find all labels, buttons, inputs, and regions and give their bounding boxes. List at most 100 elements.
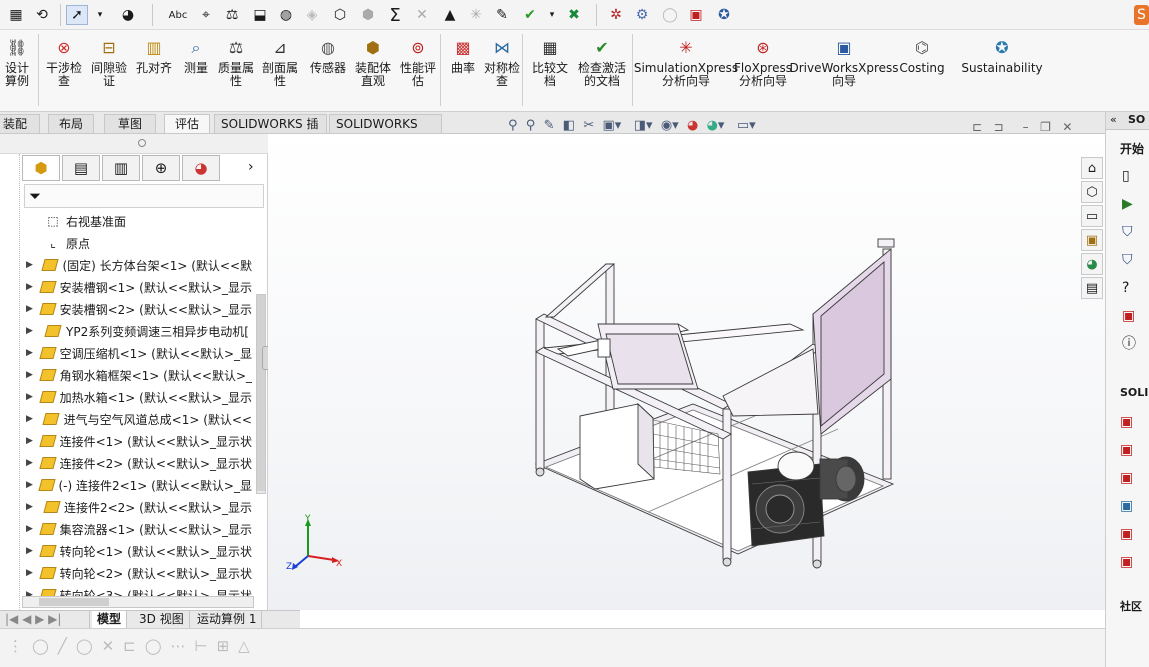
tab-assembly[interactable]: 装配体 [0,114,40,150]
resource-icon[interactable]: ▣ [1120,492,1133,520]
check-icon[interactable]: ⬡ [330,5,350,25]
tree-item[interactable]: ▶ 连接件<2> (默认<<默认>_显示状 [0,452,252,474]
resource-icon[interactable]: ▣ [1120,520,1133,548]
tree-item[interactable]: ▶ 进气与空气风道总成<1> (默认<< [0,408,252,430]
excel-icon[interactable]: ✖ [564,5,584,25]
tab-solidworks-addins[interactable]: SOLIDWORKS 插件 [214,114,327,150]
driveworksxpress-button[interactable]: ▣ DriveWorksXpress 向导 [789,36,898,88]
tile-left-icon[interactable]: ⊏ [972,120,982,134]
symmetry-check-button[interactable]: ⋈ 对称检查 [482,36,522,88]
assembly-visualization-button[interactable]: ⬢ 装配体直观 [352,36,394,88]
curvature-button[interactable]: ▩ 曲率 [448,36,478,75]
feature-manager-tab-icon[interactable]: ⬢ [22,155,60,181]
drive-works-icon[interactable]: ▣ [686,5,706,25]
circle-check-icon[interactable]: ◯ [660,5,680,25]
expand-arrow-icon[interactable]: ▶ [26,392,37,402]
resource-icon[interactable]: ▣ [1120,464,1133,492]
solidworks-icon[interactable]: ▣ [1122,302,1136,330]
tutorial-icon[interactable]: ⛉ [1122,218,1136,246]
scrollbar-thumb[interactable] [39,598,109,606]
expand-arrow-icon[interactable]: ▶ [26,480,36,490]
tree-item[interactable]: ⬚ 右视基准面 [0,210,252,232]
dynamic-annotation-icon[interactable]: ✂ [583,118,594,133]
expand-arrow-icon[interactable]: ▶ [26,458,37,468]
display-manager-tab-icon[interactable]: ◕ [182,155,220,181]
expand-arrow-icon[interactable]: ▶ [26,546,37,556]
expand-arrow-icon[interactable]: ▶ [26,502,39,512]
tab-sketch[interactable]: 草图 [104,114,156,133]
expand-arrow-icon[interactable]: ▶ [26,260,38,270]
routing-icon[interactable]: ✲ [606,5,626,25]
custom-properties-icon[interactable]: ▤ [1081,277,1103,299]
tree-item[interactable]: ▶ 安装槽钢<1> (默认<<默认>_显示 [0,276,252,298]
tree-item[interactable]: ⌞ 原点 [0,232,252,254]
mass-properties-button[interactable]: ⚖ 质量属性 [216,36,256,88]
horizontal-scrollbar[interactable] [22,596,254,608]
edit-appearance-icon[interactable]: ◕ [687,118,698,133]
tree-item[interactable]: ▶ 连接件2<2> (默认<<默认>_显示 [0,496,252,518]
expand-arrow-icon[interactable]: ▶ [26,348,37,358]
sketch-tools-icon[interactable]: ⋮◯╱◯✕⊏◯⋯⊢⊞△ [8,637,259,655]
chevron-down-icon[interactable]: ▾ [90,5,110,25]
configuration-manager-tab-icon[interactable]: ▥ [102,155,140,181]
expand-arrow-icon[interactable]: ▶ [26,304,37,314]
tab-model[interactable]: 模型 [92,611,128,628]
rebuild-icon[interactable]: ⟲ [32,5,52,25]
close-icon[interactable]: ✕ [1062,120,1072,134]
resource-icon[interactable]: ▣ [1120,408,1133,436]
measure-button[interactable]: ⌕ 测量 [180,36,212,75]
zoom-to-fit-icon[interactable]: ⚲ [508,118,518,133]
hole-alignment-button[interactable]: ▥ 孔对齐 [134,36,174,75]
tree-item[interactable]: ▶ 转向轮<2> (默认<<默认>_显示状 [0,562,252,584]
globe-icon[interactable]: ✪ [714,5,734,25]
clearance-button[interactable]: ⊟ 间隙验证 [88,36,130,88]
expand-arrow-icon[interactable]: ▶ [26,326,40,336]
sensor-button[interactable]: ◍ 传感器 [308,36,348,75]
appearances-icon[interactable]: ◕ [1081,253,1103,275]
hide-show-icon[interactable]: ◉ [661,118,672,133]
open-icon[interactable]: ▶ [1122,190,1136,218]
view-palette-icon[interactable]: ▣ [1081,229,1103,251]
tree-item[interactable]: ▶ 角钢水箱框架<1> (默认<<默认>_ [0,364,252,386]
property-manager-tab-icon[interactable]: ▤ [62,155,100,181]
filter-box[interactable]: ⏷ [24,184,264,208]
expand-arrow-icon[interactable]: ▶ [26,436,37,446]
tree-item[interactable]: ▶ (-) 连接件2<1> (默认<<默认>_显 [0,474,252,496]
tab-3d-view[interactable]: 3D 视图 [134,611,190,628]
tree-item[interactable]: ▶ 集容流器<1> (默认<<默认>_显示 [0,518,252,540]
design-study-button[interactable]: ⛓ 设计算例 [0,36,34,88]
section-view-icon[interactable]: ◧ [563,118,575,133]
tab-scroll-arrows[interactable]: |◀ ◀ ▶ ▶| [0,611,90,628]
resource-icon[interactable]: ▣ [1120,436,1133,464]
expand-arrow-icon[interactable]: ▶ [26,524,37,534]
expand-arrow-icon[interactable]: ▶ [26,282,37,292]
tile-right-icon[interactable]: ⊐ [994,120,1004,134]
new-document-icon[interactable]: ▯ [1122,162,1136,190]
compare-icon[interactable]: ✕ [412,5,432,25]
simulation-icon[interactable]: ▲ [440,5,460,25]
design-library-icon[interactable]: ⬡ [1081,181,1103,203]
measure-icon[interactable]: ⌖ [196,5,216,25]
minimize-icon[interactable]: – [1023,120,1029,134]
costing-button[interactable]: ⌬ Costing [899,36,944,75]
tree-item[interactable]: ▶ 安装槽钢<2> (默认<<默认>_显示 [0,298,252,320]
done-icon[interactable]: ✔ [520,5,540,25]
interference-icon[interactable]: ◈ [302,5,322,25]
tab-layout[interactable]: 布局 [48,114,94,133]
check-active-doc-button[interactable]: ✔ 检查激活的文档 [578,36,626,88]
zoom-area-icon[interactable]: ⚲ [526,118,536,133]
file-explorer-icon[interactable]: ▭ [1081,205,1103,227]
whats-new-icon[interactable]: ? [1122,274,1136,302]
section-properties-button[interactable]: ⊿ 剖面属性 [260,36,300,88]
tree-scrollbar[interactable] [256,294,266,494]
sum-icon[interactable]: Σ [385,5,405,26]
info-icon[interactable]: ⓘ [1122,330,1136,358]
pin-icon[interactable] [138,139,146,147]
tab-motion-study[interactable]: 运动算例 1 [192,611,263,628]
resource-icon[interactable]: ▣ [1120,548,1133,576]
previous-view-icon[interactable]: ✎ [544,118,555,133]
compare-documents-button[interactable]: ▦ 比较文档 [530,36,570,88]
assembly-model[interactable] [268,134,1105,610]
spelling-check-icon[interactable]: Abc [168,5,188,25]
chevron-right-icon[interactable]: › [248,159,254,175]
